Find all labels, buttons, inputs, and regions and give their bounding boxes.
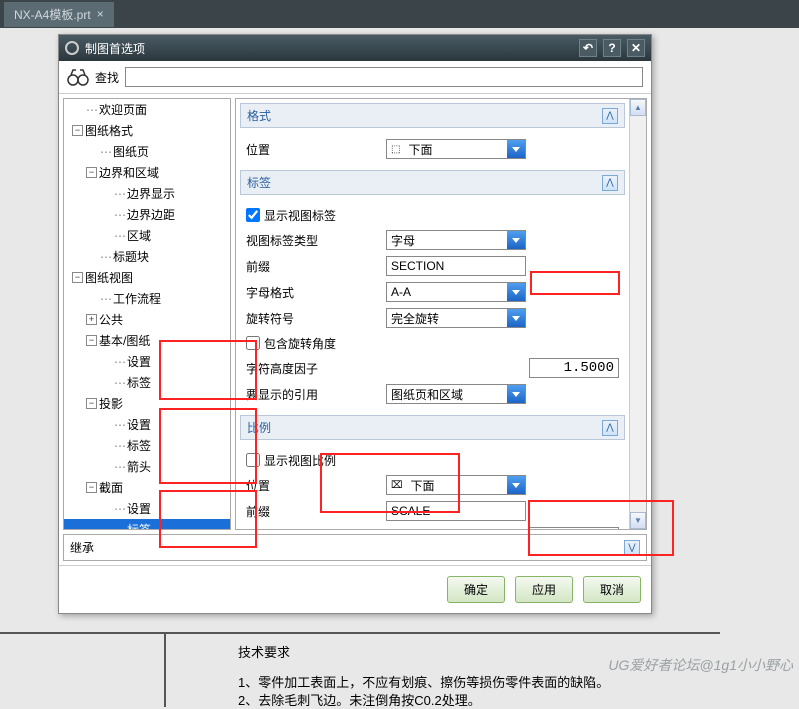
collapse-icon[interactable]: ⋀ <box>602 108 618 124</box>
search-label: 查找 <box>95 69 119 86</box>
tree-section-settings[interactable]: ⋯设置 <box>64 498 230 519</box>
char-height-factor-input[interactable] <box>529 358 619 378</box>
tab-bar: NX-A4模板.prt × <box>0 0 799 28</box>
dialog-buttons: 确定 应用 取消 <box>59 565 651 613</box>
scroll-up-icon[interactable]: ▲ <box>630 99 646 116</box>
cancel-button[interactable]: 取消 <box>583 576 641 603</box>
tree-area[interactable]: ⋯区域 <box>64 225 230 246</box>
scale-position-select[interactable]: ⌧下面 <box>386 475 526 495</box>
nav-tree[interactable]: ⋯欢迎页面 −图纸格式 ⋯图纸页 −边界和区域 ⋯边界显示 ⋯边界边距 ⋯区域 … <box>63 98 231 530</box>
collapse-icon[interactable]: ⋀ <box>602 175 618 191</box>
show-view-scale-checkbox[interactable] <box>246 453 260 467</box>
chevron-down-icon <box>507 476 525 494</box>
chevron-down-icon <box>507 385 525 403</box>
tree-border-display[interactable]: ⋯边界显示 <box>64 183 230 204</box>
tree-basic-label[interactable]: ⋯标签 <box>64 372 230 393</box>
tree-welcome[interactable]: ⋯欢迎页面 <box>64 99 230 120</box>
tree-proj-arrow[interactable]: ⋯箭头 <box>64 456 230 477</box>
drawing-border <box>0 632 720 634</box>
include-rotate-angle-check[interactable]: 包含旋转角度 <box>246 331 619 355</box>
show-view-label-checkbox[interactable] <box>246 208 260 222</box>
tab-filename: NX-A4模板.prt <box>14 6 91 23</box>
show-view-scale-check[interactable]: 显示视图比例 <box>246 448 619 472</box>
scale-prefix-input[interactable] <box>386 501 526 521</box>
tree-proj-settings[interactable]: ⋯设置 <box>64 414 230 435</box>
tree-section-label[interactable]: ⋯标签 <box>64 519 230 530</box>
search-input[interactable] <box>125 67 643 87</box>
tree-border-margin[interactable]: ⋯边界边距 <box>64 204 230 225</box>
tree-workflow[interactable]: ⋯工作流程 <box>64 288 230 309</box>
tree-common[interactable]: +公共 <box>64 309 230 330</box>
view-label-type-select[interactable]: 字母 <box>386 230 526 250</box>
tab-close-icon[interactable]: × <box>97 7 104 21</box>
prefix-input[interactable] <box>386 256 526 276</box>
letter-format-label: 字母格式 <box>246 284 378 301</box>
tree-proj-label[interactable]: ⋯标签 <box>64 435 230 456</box>
chevron-down-icon <box>507 140 525 158</box>
ok-button[interactable]: 确定 <box>447 576 505 603</box>
scale-prefix-height-input[interactable] <box>529 527 619 529</box>
dialog-titlebar[interactable]: 制图首选项 ↶ ? ✕ <box>59 35 651 61</box>
content-panel: 格式 ⋀ 位置 ⬚下面 标签 ⋀ <box>235 98 647 530</box>
tree-border-area[interactable]: −边界和区域 <box>64 162 230 183</box>
tree-paper-view[interactable]: −图纸视图 <box>64 267 230 288</box>
watermark: UG爱好者论坛@1g1小小野心 <box>608 655 793 675</box>
work-area: 技术要求 1、零件加工表面上，不应有划痕、擦伤等损伤零件表面的缺陷。 2、去除毛… <box>0 28 799 679</box>
tech-req-line2: 2、去除毛刺飞边。未注倒角按C0.2处理。 <box>238 690 481 709</box>
position-select[interactable]: ⬚下面 <box>386 139 526 159</box>
content-scrollbar[interactable]: ▲ ▼ <box>629 99 646 529</box>
scale-position-label: 位置 <box>246 477 378 494</box>
search-row: 查找 <box>59 61 651 94</box>
tree-projection[interactable]: −投影 <box>64 393 230 414</box>
char-height-factor-label: 字符高度因子 <box>246 360 378 377</box>
scale-prefix-label: 前缀 <box>246 503 378 520</box>
preferences-dialog: 制图首选项 ↶ ? ✕ 查找 ⋯欢迎页面 −图纸格式 ⋯图纸页 −边界和区域 ⋯… <box>58 34 652 614</box>
tech-req-line1: 1、零件加工表面上，不应有划痕、擦伤等损伤零件表面的缺陷。 <box>238 672 609 691</box>
format-section-header[interactable]: 格式 ⋀ <box>240 103 625 128</box>
prefix-label: 前缀 <box>246 258 378 275</box>
tech-req-header: 技术要求 <box>238 642 290 661</box>
chevron-down-icon <box>507 231 525 249</box>
view-label-type-label: 视图标签类型 <box>246 232 378 249</box>
expand-icon[interactable]: ⋁ <box>624 540 640 556</box>
chevron-down-icon <box>507 309 525 327</box>
letter-format-select[interactable]: A-A <box>386 282 526 302</box>
inherit-section[interactable]: 继承 ⋁ <box>63 534 647 561</box>
apply-button[interactable]: 应用 <box>515 576 573 603</box>
label-section-header[interactable]: 标签 ⋀ <box>240 170 625 195</box>
scale-prefix-height-label: 前缀字符高度因子 <box>246 529 378 530</box>
file-tab[interactable]: NX-A4模板.prt × <box>4 2 114 27</box>
tree-basic-settings[interactable]: ⋯设置 <box>64 351 230 372</box>
tree-section[interactable]: −截面 <box>64 477 230 498</box>
include-rotate-angle-checkbox[interactable] <box>246 336 260 350</box>
ref-to-show-label: 要显示的引用 <box>246 386 378 403</box>
position-label: 位置 <box>246 141 378 158</box>
tree-paper-page[interactable]: ⋯图纸页 <box>64 141 230 162</box>
binoculars-icon <box>67 68 89 86</box>
dialog-title-text: 制图首选项 <box>85 40 145 57</box>
scroll-down-icon[interactable]: ▼ <box>630 512 646 529</box>
show-view-label-check[interactable]: 显示视图标签 <box>246 203 619 227</box>
tree-title-block[interactable]: ⋯标题块 <box>64 246 230 267</box>
tree-basic-paper[interactable]: −基本/图纸 <box>64 330 230 351</box>
gear-icon <box>65 41 79 55</box>
close-button[interactable]: ✕ <box>627 39 645 57</box>
tree-paper-format[interactable]: −图纸格式 <box>64 120 230 141</box>
help-button[interactable]: ? <box>603 39 621 57</box>
collapse-icon[interactable]: ⋀ <box>602 420 618 436</box>
rotate-symbol-select[interactable]: 完全旋转 <box>386 308 526 328</box>
drawing-border-v <box>164 632 166 707</box>
rotate-symbol-label: 旋转符号 <box>246 310 378 327</box>
scale-section-header[interactable]: 比例 ⋀ <box>240 415 625 440</box>
ref-to-show-select[interactable]: 图纸页和区域 <box>386 384 526 404</box>
chevron-down-icon <box>507 283 525 301</box>
undo-button[interactable]: ↶ <box>579 39 597 57</box>
